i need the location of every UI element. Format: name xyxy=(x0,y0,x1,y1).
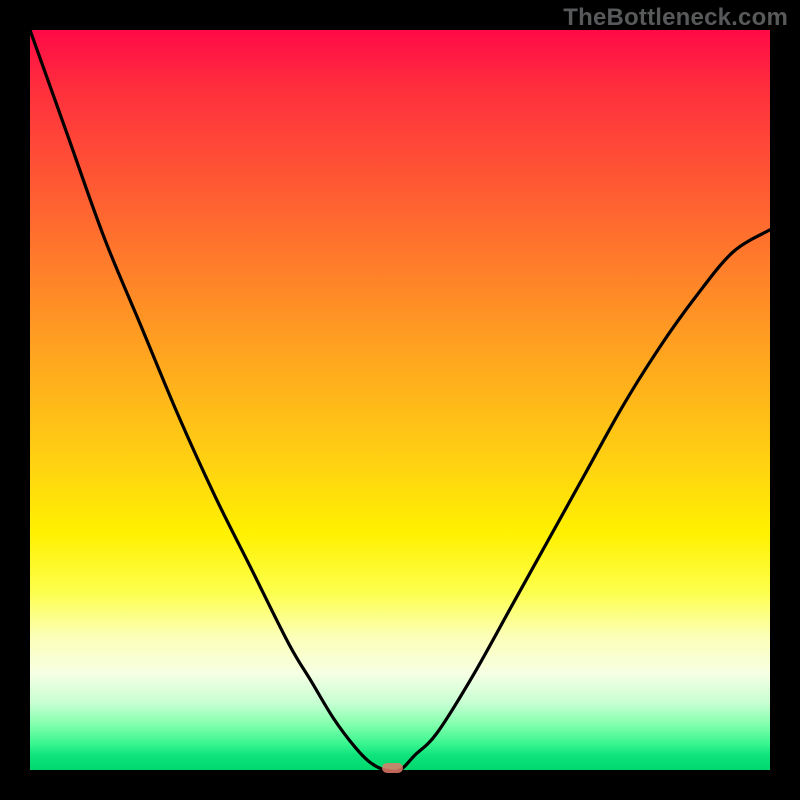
plot-area xyxy=(30,30,770,770)
optimal-marker xyxy=(382,763,403,773)
bottleneck-curve xyxy=(30,30,770,770)
watermark-text: TheBottleneck.com xyxy=(563,4,788,32)
chart-frame: TheBottleneck.com xyxy=(0,0,800,800)
